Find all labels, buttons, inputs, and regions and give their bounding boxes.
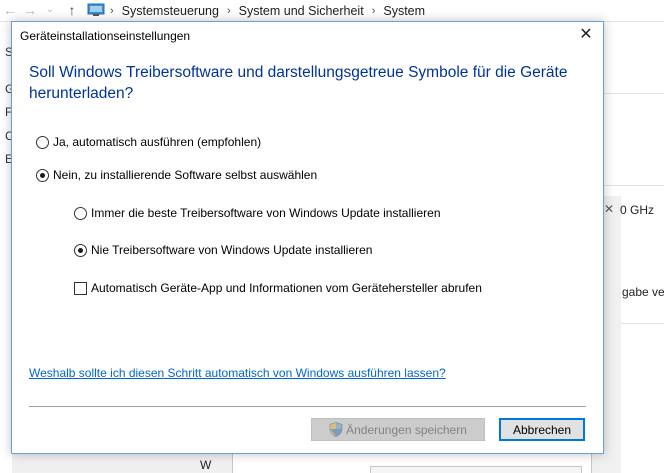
uac-shield-icon [329,422,343,437]
checkbox-auto-device-app[interactable] [74,281,87,295]
breadcrumb-item-systemsteuerung[interactable]: Systemsteuerung [122,4,219,18]
radio-no-choose[interactable] [36,168,49,182]
recent-dropdown-icon[interactable]: ⌄ [42,2,58,18]
close-icon[interactable]: ✕ [577,26,595,44]
radio-never-install-driver[interactable] [74,243,87,257]
option-always-best-driver-label: Immer die beste Treibersoftware von Wind… [91,206,441,220]
radio-always-best-driver[interactable] [74,206,87,220]
computer-icon [87,3,105,16]
cpu-speed-fragment: 0 GHz [620,203,655,217]
address-bar[interactable]: ← → ⌄ ↑ › Systemsteuerung › System und S… [0,0,664,22]
close-icon: ✕ [604,202,615,216]
chevron-right-icon: › [110,5,114,17]
option-no-choose[interactable]: Nein, zu installierende Software selbst … [36,168,317,182]
save-changes-button[interactable]: Änderungen speichern [311,418,485,441]
chevron-right-icon: › [226,5,231,17]
option-yes-automatic-label: Ja, automatisch ausführen (empfohlen) [53,135,262,149]
option-always-best-driver[interactable]: Immer die beste Treibersoftware von Wind… [74,206,441,220]
divider [29,406,586,407]
pen-input-fragment: gabe verf [622,285,664,299]
background-panel [370,466,582,473]
device-installation-settings-dialog: Geräteinstallationseinstellungen ✕ Soll … [11,21,604,454]
divider [603,185,664,186]
radio-yes-automatic[interactable] [36,135,49,149]
breadcrumb: › Systemsteuerung › System und Sicherhei… [110,3,425,19]
breadcrumb-item-system-und-sicherheit[interactable]: System und Sicherheit [239,4,364,18]
option-auto-device-app-label: Automatisch Geräte-App und Informationen… [91,281,482,295]
dialog-titlebar[interactable]: Geräteinstallationseinstellungen ✕ [12,22,603,49]
background-fragment: W [200,458,212,472]
option-yes-automatic[interactable]: Ja, automatisch ausführen (empfohlen) [36,135,261,149]
background-window-edge [603,196,621,473]
option-never-install-driver-label: Nie Treibersoftware von Windows Update i… [91,243,373,257]
breadcrumb-item-system[interactable]: System [383,4,425,18]
dialog-heading: Soll Windows Treibersoftware und darstel… [29,64,568,102]
option-never-install-driver[interactable]: Nie Treibersoftware von Windows Update i… [74,243,372,257]
save-changes-label: Änderungen speichern [346,422,467,437]
forward-arrow-icon[interactable]: → [22,2,38,18]
screen: ← → ⌄ ↑ › Systemsteuerung › System und S… [0,0,664,473]
up-arrow-icon[interactable]: ↑ [64,2,80,18]
option-auto-device-app[interactable]: Automatisch Geräte-App und Informationen… [74,281,482,295]
why-automatic-link[interactable]: Weshalb sollte ich diesen Schritt automa… [29,366,446,380]
back-arrow-icon[interactable]: ← [2,2,18,18]
divider [603,93,664,94]
cancel-button[interactable]: Abbrechen [499,418,585,441]
chevron-right-icon: › [371,5,376,17]
dialog-title: Geräteinstallationseinstellungen [20,29,191,43]
option-no-choose-label: Nein, zu installierende Software selbst … [53,168,318,182]
